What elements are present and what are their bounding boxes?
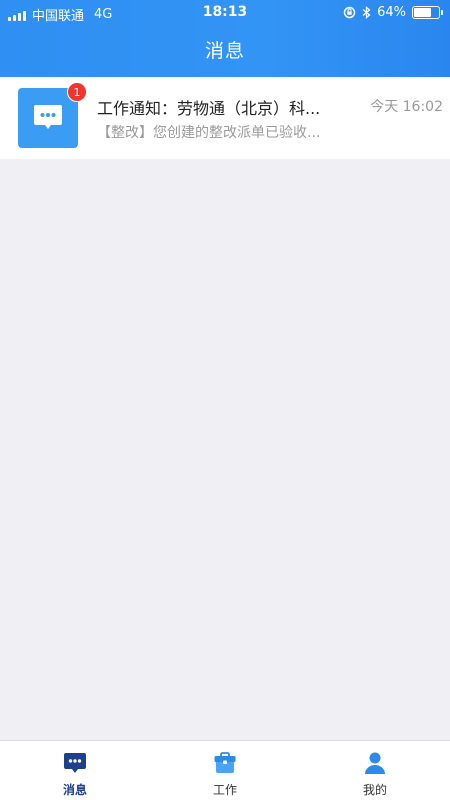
status-bar: 中国联通 4G 18:13 64% xyxy=(0,0,450,26)
tab-messages[interactable]: 消息 xyxy=(0,741,150,800)
user-icon xyxy=(365,752,385,774)
tab-label-work: 工作 xyxy=(212,783,237,797)
battery-fill xyxy=(414,8,431,17)
message-item[interactable]: 1 工作通知：劳物通（北京）科... 今天 16:02 【整改】您创建的整改派单… xyxy=(0,77,450,159)
battery-icon xyxy=(412,6,443,19)
orientation-lock-icon xyxy=(343,6,356,19)
screen: 中国联通 4G 18:13 64% 消息 1 工作通知：劳物通（北京）科... … xyxy=(0,0,450,800)
message-list: 1 工作通知：劳物通（北京）科... 今天 16:02 【整改】您创建的整改派单… xyxy=(0,77,450,159)
status-right: 64% xyxy=(343,5,443,20)
message-preview: 【整改】您创建的整改派单已验收... xyxy=(97,125,321,141)
page-title: 消息 xyxy=(204,40,245,62)
briefcase-icon xyxy=(214,752,236,773)
chat-bubble-icon xyxy=(34,105,62,129)
unread-badge: 1 xyxy=(67,82,87,102)
tab-profile[interactable]: 我的 xyxy=(300,741,450,800)
battery-percent: 64% xyxy=(377,5,406,20)
message-title: 工作通知：劳物通（北京）科... xyxy=(97,99,321,118)
message-icon xyxy=(64,753,86,773)
tab-label-profile: 我的 xyxy=(362,783,387,797)
message-time: 今天 16:02 xyxy=(370,99,443,115)
header: 中国联通 4G 18:13 64% 消息 xyxy=(0,0,450,77)
tab-label-messages: 消息 xyxy=(62,783,87,797)
tab-bar: 消息 工作 我的 xyxy=(0,740,450,800)
tab-work[interactable]: 工作 xyxy=(150,741,300,800)
bluetooth-icon xyxy=(362,6,371,19)
